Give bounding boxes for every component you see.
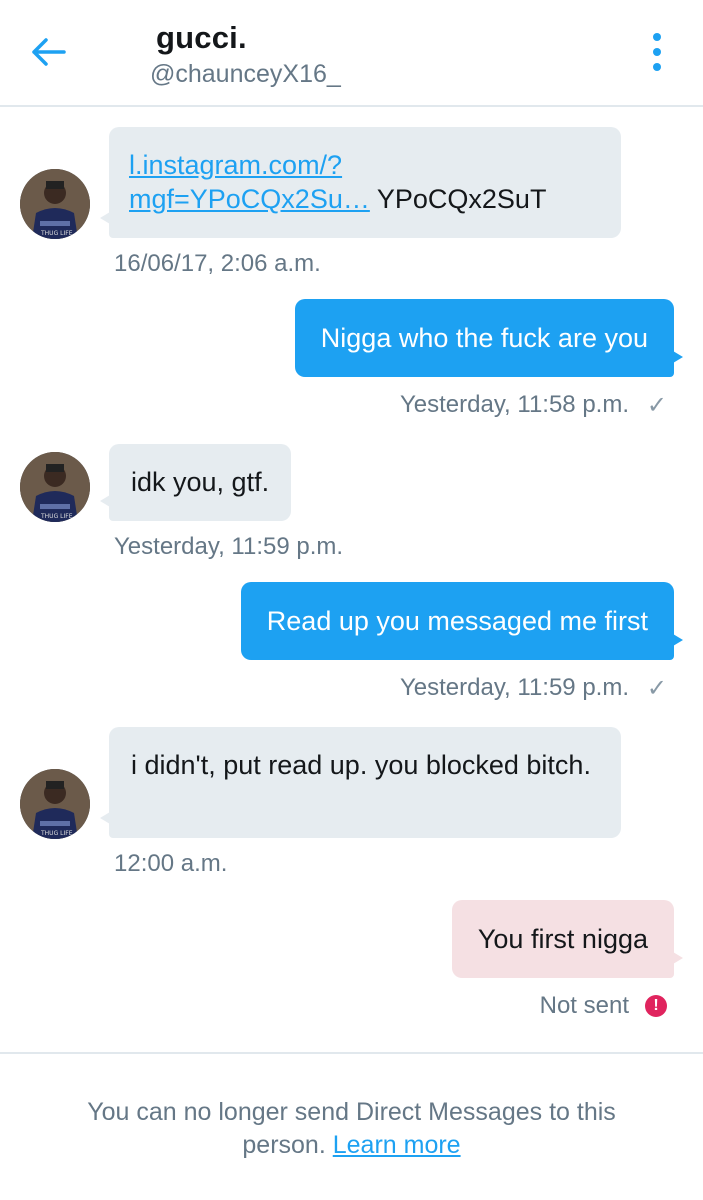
message-timestamp: Yesterday, 11:59 p.m. — [114, 533, 344, 560]
message-text: Nigga who the fuck are you — [320, 323, 648, 353]
learn-more-link[interactable]: Learn more — [333, 1131, 461, 1159]
svg-text:THUG LIFE: THUG LIFE — [40, 830, 73, 837]
more-vertical-icon — [653, 33, 661, 41]
message-text: Read up you messaged me first — [266, 606, 648, 636]
avatar[interactable]: THUG LIFE — [20, 169, 90, 239]
message-bubble[interactable]: Nigga who the fuck are you — [294, 299, 684, 377]
message-text: YPoCQx2SuT — [369, 184, 547, 214]
message-timestamp: Yesterday, 11:58 p.m. — [399, 391, 629, 418]
avatar-image: THUG LIFE — [20, 169, 90, 239]
message-text: idk you, gtf. — [131, 467, 270, 497]
message-timestamp: Yesterday, 11:59 p.m. — [399, 674, 629, 701]
arrow-left-icon — [32, 38, 66, 66]
conversation-title[interactable]: gucci. — [156, 20, 247, 56]
back-button[interactable] — [24, 28, 72, 76]
message-bubble[interactable]: idk you, gtf. — [99, 444, 292, 521]
message-bubble[interactable]: Read up you messaged me first — [240, 582, 684, 660]
message-bubble[interactable]: l.instagram.com/? mgf=YPoCQx2Su… YPoCQx2… — [100, 127, 621, 238]
conversation-handle[interactable]: @chaunceyX16_ — [150, 60, 341, 89]
message-timestamp: 12:00 a.m. — [114, 850, 228, 877]
avatar-image: THUG LIFE — [20, 769, 90, 839]
message-bubble-failed[interactable]: You first nigga — [451, 900, 684, 978]
more-options-button[interactable] — [639, 28, 675, 76]
error-icon[interactable]: ! — [645, 995, 667, 1017]
avatar[interactable]: THUG LIFE — [20, 452, 90, 522]
sent-check-icon: ✓ — [646, 392, 667, 419]
message-link[interactable]: l.instagram.com/? — [129, 150, 342, 180]
blocked-notice: You can no longer send Direct Messages t… — [0, 1052, 703, 1200]
message-text: You first nigga — [477, 924, 648, 954]
message-link[interactable]: mgf=YPoCQx2Su… — [129, 184, 370, 214]
message-timestamp: 16/06/17, 2:06 a.m. — [114, 250, 321, 277]
svg-text:THUG LIFE: THUG LIFE — [40, 230, 73, 237]
sent-check-icon: ✓ — [646, 675, 667, 702]
avatar[interactable]: THUG LIFE — [20, 769, 90, 839]
avatar-image: THUG LIFE — [20, 452, 90, 522]
conversation-header: gucci. @chaunceyX16_ — [0, 0, 703, 107]
message-bubble[interactable]: i didn't, put read up. you blocked bitch… — [100, 727, 621, 838]
message-text: i didn't, put read up. you blocked bitch… — [131, 750, 591, 780]
message-status: Not sent — [539, 992, 629, 1019]
svg-text:THUG LIFE: THUG LIFE — [40, 513, 73, 520]
